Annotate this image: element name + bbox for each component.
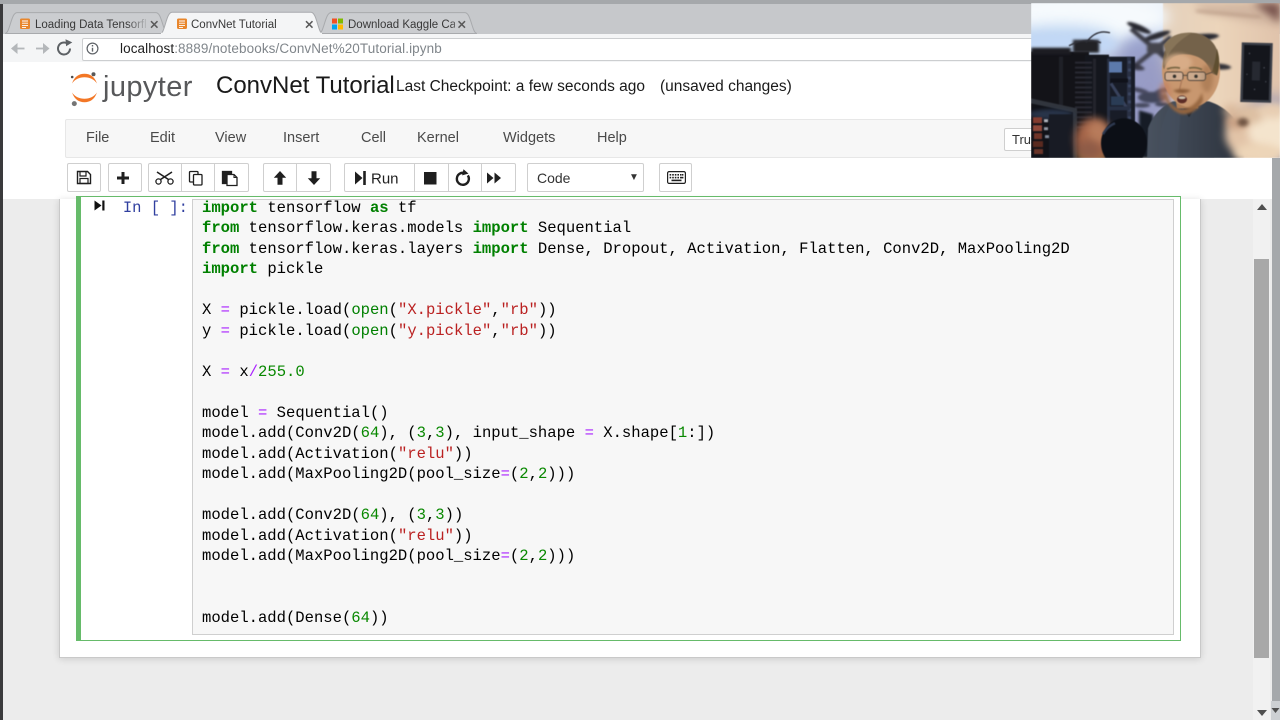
svg-text:ConvNet Tutorial: ConvNet Tutorial (191, 19, 277, 31)
svg-text:Loading Data Tensorflow: Loading Data Tensorflow (35, 19, 162, 31)
svg-text:Run: Run (371, 171, 399, 188)
